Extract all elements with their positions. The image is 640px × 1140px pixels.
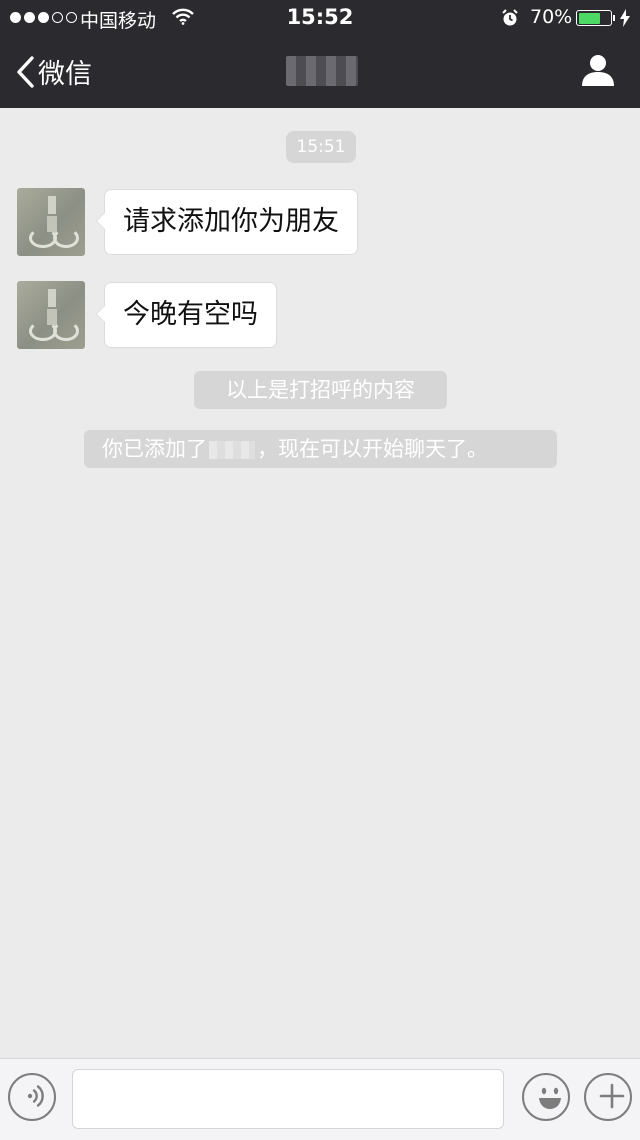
status-bar: 中国移动 15:52 70% [0, 0, 640, 36]
blurred-contact-name [209, 441, 255, 459]
greeting-notice: 以上是打招呼的内容 [194, 371, 447, 409]
back-button[interactable]: 微信 [14, 52, 92, 91]
battery-icon [576, 10, 612, 26]
chat-title-blurred [286, 56, 358, 86]
added-prefix: 你已添加了 [102, 437, 207, 461]
nav-bar: 微信 [0, 36, 640, 108]
back-chevron-icon [14, 55, 36, 89]
emoji-icon [530, 1074, 562, 1118]
input-bar [0, 1058, 640, 1140]
top-bar: 中国移动 15:52 70% 微信 [0, 0, 640, 108]
back-label: 微信 [38, 59, 92, 90]
contact-profile-button[interactable] [580, 52, 616, 88]
charging-icon [620, 9, 630, 27]
battery-percent: 70% [530, 6, 573, 28]
contact-profile-icon [580, 52, 616, 88]
alarm-icon [500, 8, 520, 28]
emoji-button[interactable] [522, 1073, 570, 1121]
friend-added-notice: 你已添加了 ，现在可以开始聊天了。 [84, 430, 557, 468]
more-actions-button[interactable] [584, 1073, 632, 1121]
added-suffix: ，现在可以开始聊天了。 [257, 437, 488, 461]
message-input[interactable] [72, 1069, 504, 1129]
message-bubble[interactable]: 请求添加你为朋友 [96, 189, 358, 255]
chat-timestamp: 15:51 [286, 131, 356, 163]
battery-tip [613, 15, 615, 21]
plus-icon [592, 1074, 625, 1118]
voice-button[interactable] [8, 1073, 56, 1121]
voice-icon [16, 1074, 48, 1118]
contact-avatar[interactable] [17, 188, 85, 256]
contact-avatar[interactable] [17, 281, 85, 349]
message-bubble[interactable]: 今晚有空吗 [96, 282, 277, 348]
